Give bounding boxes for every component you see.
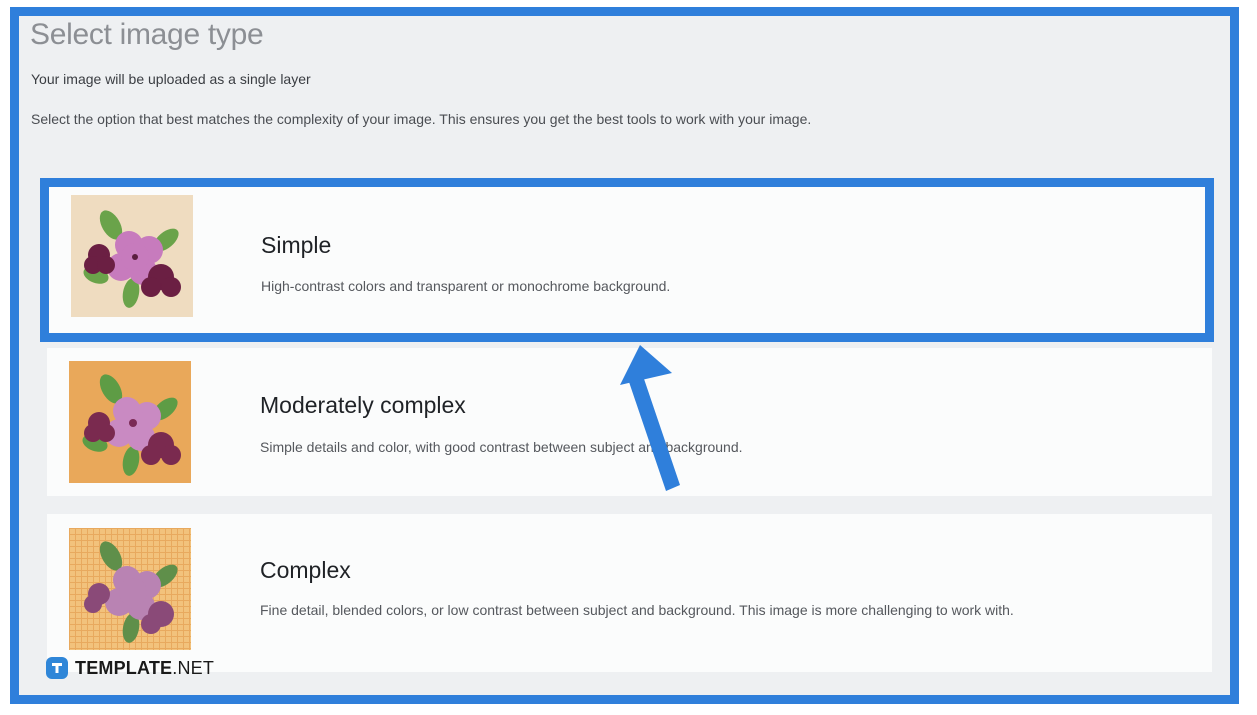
option-moderately-complex-name: Moderately complex xyxy=(260,392,466,418)
option-complex[interactable]: Complex Fine detail, blended colors, or … xyxy=(47,514,1212,672)
option-simple[interactable]: Simple High-contrast colors and transpar… xyxy=(40,178,1214,342)
instructions-text: Select the option that best matches the … xyxy=(31,111,812,127)
option-simple-name: Simple xyxy=(261,232,332,258)
option-complex-name: Complex xyxy=(260,557,351,583)
flower-icon xyxy=(71,195,193,317)
logo-wordmark: TEMPLATE.NET xyxy=(75,658,214,679)
page-title: Select image type xyxy=(30,18,264,51)
template-logo-icon xyxy=(46,657,68,679)
logo-brand: TEMPLATE xyxy=(75,657,173,678)
option-simple-description: High-contrast colors and transparent or … xyxy=(261,278,671,294)
flower-icon xyxy=(69,361,191,483)
template-logo: TEMPLATE.NET xyxy=(46,657,214,679)
logo-suffix: .NET xyxy=(172,657,215,678)
upload-note: Your image will be uploaded as a single … xyxy=(31,71,311,87)
arrow-up-icon xyxy=(620,345,700,505)
option-complex-description: Fine detail, blended colors, or low cont… xyxy=(260,602,1014,618)
flower-icon xyxy=(69,528,191,650)
